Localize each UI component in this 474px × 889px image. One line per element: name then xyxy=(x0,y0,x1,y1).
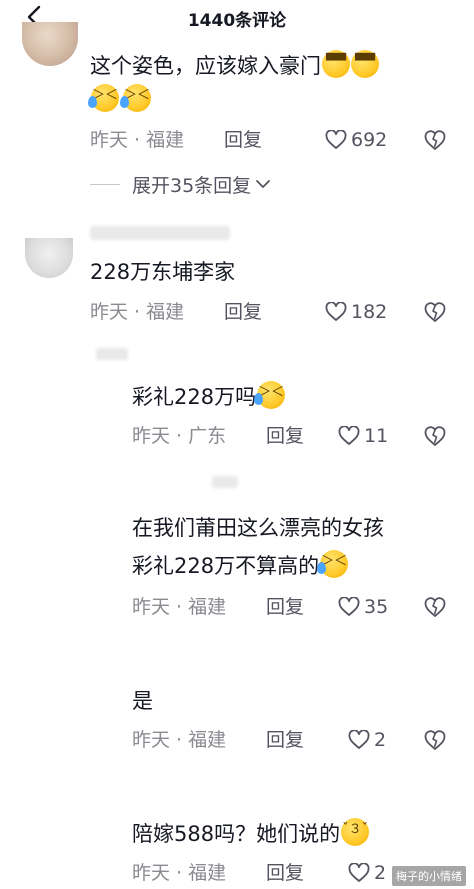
grin-emoji-icon: ▀▀ xyxy=(351,50,379,78)
reply-time: 昨天 xyxy=(132,729,171,751)
like-button[interactable]: 35 xyxy=(338,595,388,619)
comment-emoji-line: ＞＜ ＞＜ xyxy=(88,84,151,116)
watermark: 梅子的小情绪 xyxy=(392,866,466,886)
expand-replies-button[interactable]: 展开35条回复 xyxy=(90,172,271,197)
broken-heart-icon[interactable] xyxy=(422,595,448,619)
reply-text: 在我们莆田这么漂亮的女孩 xyxy=(132,516,384,540)
heart-outline-icon xyxy=(338,426,360,445)
comment-time: 昨天 xyxy=(90,301,129,323)
blurred-username xyxy=(90,226,230,240)
meta-separator: · xyxy=(176,596,183,618)
reply-location: 福建 xyxy=(188,862,227,884)
reply-button[interactable]: 回复 xyxy=(224,128,262,152)
comment-meta: 昨天 · 福建 xyxy=(90,128,184,152)
meta-separator: · xyxy=(134,301,141,323)
comment-time: 昨天 xyxy=(90,129,129,151)
meta-separator: · xyxy=(134,129,141,151)
heart-outline-icon xyxy=(325,302,347,321)
like-count: 2 xyxy=(374,729,387,751)
like-button[interactable]: 2 xyxy=(348,728,386,752)
expand-divider xyxy=(90,183,120,185)
laugh-cry-emoji-icon: ＞＜ xyxy=(317,550,349,578)
reply-meta: 昨天 · 福建 xyxy=(132,861,226,885)
heart-outline-icon xyxy=(338,597,360,616)
like-button[interactable]: 11 xyxy=(338,424,388,448)
chevron-down-icon xyxy=(256,180,271,188)
laugh-cry-emoji-icon: ＞＜ xyxy=(88,84,119,112)
reply-button[interactable]: 回复 xyxy=(266,861,304,885)
avatar[interactable] xyxy=(25,238,73,278)
broken-heart-icon[interactable] xyxy=(422,424,448,448)
broken-heart-icon[interactable] xyxy=(422,300,448,324)
like-count: 2 xyxy=(374,862,387,884)
heart-outline-icon xyxy=(348,863,370,882)
reply-location: 福建 xyxy=(188,729,227,751)
meta-separator: · xyxy=(176,729,183,751)
comment-text: 228万东埔李家 xyxy=(90,260,236,284)
meta-separator: · xyxy=(176,862,183,884)
reply-button[interactable]: 回复 xyxy=(224,300,262,324)
avatar[interactable] xyxy=(22,22,78,66)
blurred-username xyxy=(96,348,128,360)
comment-location: 福建 xyxy=(146,129,185,151)
grin-emoji-icon: ▀▀ xyxy=(322,50,350,78)
laugh-cry-emoji-icon: ＞＜ xyxy=(254,381,286,409)
like-count: 35 xyxy=(364,596,389,618)
reply-location: 广东 xyxy=(188,425,227,447)
heart-outline-icon xyxy=(348,730,370,749)
like-count: 182 xyxy=(351,301,388,323)
broken-heart-icon[interactable] xyxy=(422,728,448,752)
like-button[interactable]: 182 xyxy=(325,300,387,324)
reply-button[interactable]: 回复 xyxy=(266,728,304,752)
broken-heart-icon[interactable] xyxy=(422,128,448,152)
like-button[interactable]: 2 xyxy=(348,861,386,885)
reply-button[interactable]: 回复 xyxy=(266,595,304,619)
comment-text: 这个姿色，应该嫁入豪门 ▀▀ ▀▀ xyxy=(90,50,379,82)
meta-separator: · xyxy=(176,425,183,447)
reply-location: 福建 xyxy=(188,596,227,618)
expand-replies-label: 展开35条回复 xyxy=(132,174,252,197)
reply-button[interactable]: 回复 xyxy=(266,424,304,448)
reply-time: 昨天 xyxy=(132,862,171,884)
like-count: 692 xyxy=(351,129,388,151)
blurred-username xyxy=(212,476,238,488)
reply-time: 昨天 xyxy=(132,596,171,618)
reply-text-line2: 彩礼228万不算高的 ＞＜ xyxy=(132,550,349,582)
like-button[interactable]: 692 xyxy=(325,128,387,152)
reply-text: 彩礼228万吗 ＞＜ xyxy=(132,381,286,413)
heart-outline-icon xyxy=(325,130,347,149)
reply-text: 是 xyxy=(132,689,153,713)
reply-meta: 昨天 · 福建 xyxy=(132,595,226,619)
comment-meta: 昨天 · 福建 xyxy=(90,300,184,324)
comment-location: 福建 xyxy=(146,301,185,323)
kissing-emoji-icon: ˇ３ˇ xyxy=(341,818,370,846)
reply-time: 昨天 xyxy=(132,425,171,447)
reply-meta: 昨天 · 广东 xyxy=(132,424,226,448)
reply-meta: 昨天 · 福建 xyxy=(132,728,226,752)
reply-text: 陪嫁588吗？她们说的 ˇ３ˇ xyxy=(132,818,370,850)
like-count: 11 xyxy=(364,425,389,447)
laugh-cry-emoji-icon: ＞＜ xyxy=(120,84,151,112)
